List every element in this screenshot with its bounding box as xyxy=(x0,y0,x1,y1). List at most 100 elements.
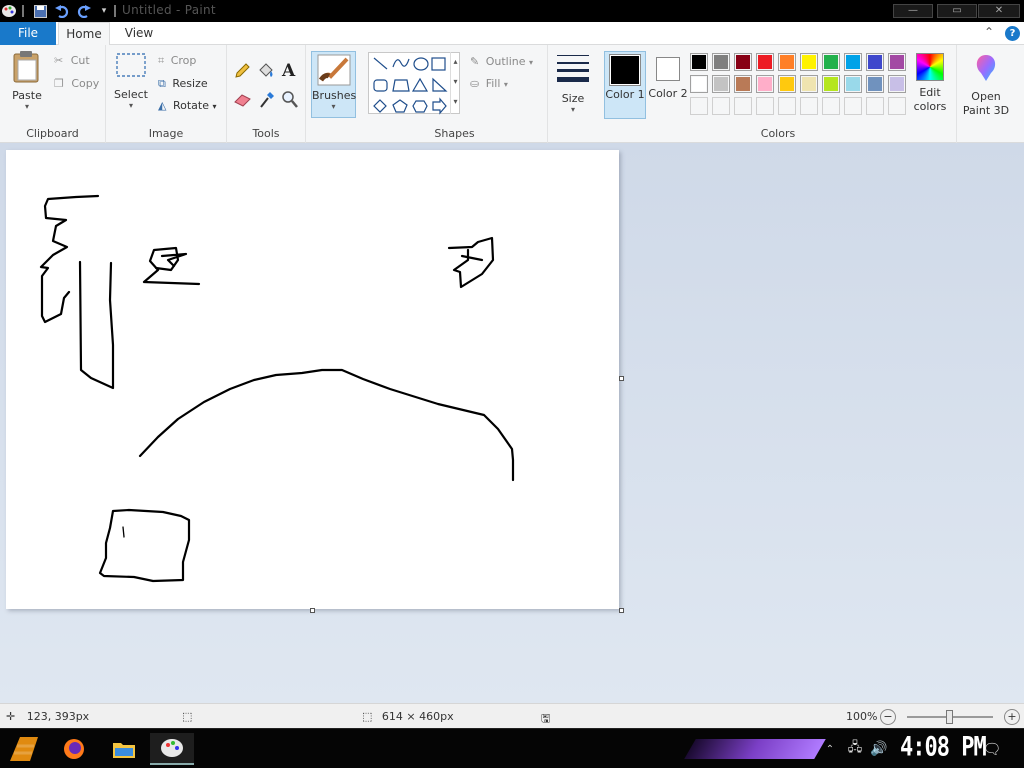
fill-button[interactable]: ⛀ Fill ▾ xyxy=(470,77,508,90)
select-button[interactable]: Select ▾ xyxy=(112,53,150,119)
palette-swatch[interactable] xyxy=(690,75,708,93)
paint-taskbar-icon[interactable] xyxy=(150,733,194,765)
customize-quick-access-icon[interactable]: ▾ xyxy=(98,3,110,19)
network-icon[interactable]: 🖧 xyxy=(845,733,865,765)
volume-icon[interactable]: 🔊 xyxy=(868,733,890,765)
color-picker-icon[interactable] xyxy=(259,91,275,112)
cut-button[interactable]: ✂ Cut xyxy=(54,54,90,67)
palette-swatch[interactable] xyxy=(844,75,862,93)
palette-swatch[interactable] xyxy=(712,53,730,71)
palette-swatch[interactable] xyxy=(844,53,862,71)
custom-color-slot[interactable] xyxy=(712,97,730,115)
taskbar-clock[interactable]: 4:08 PM xyxy=(900,733,987,763)
palette-swatch[interactable] xyxy=(756,53,774,71)
line-size-icon xyxy=(557,55,589,82)
custom-color-slot[interactable] xyxy=(800,97,818,115)
tab-file[interactable]: File xyxy=(0,22,56,45)
undo-icon[interactable] xyxy=(54,3,70,19)
file-size-icon: 🖫 xyxy=(541,712,551,725)
stroke-mouth-arc xyxy=(138,368,515,482)
zoom-out-button[interactable]: − xyxy=(880,709,896,725)
canvas-size-text: 614 × 460px xyxy=(381,710,454,723)
palette-swatch[interactable] xyxy=(734,53,752,71)
redo-icon[interactable] xyxy=(76,3,92,19)
ribbon-tab-row: File Home View ⌃ ? xyxy=(0,22,1024,46)
zoom-in-button[interactable]: + xyxy=(1004,709,1020,725)
paint-app-icon[interactable] xyxy=(0,3,18,19)
show-hidden-icons-icon[interactable]: ⌃ xyxy=(822,733,838,765)
workspace xyxy=(0,143,1024,703)
start-logo-icon xyxy=(10,737,38,761)
palette-swatch[interactable] xyxy=(756,75,774,93)
resize-button[interactable]: ⧉ Resize xyxy=(158,77,208,91)
custom-color-slot[interactable] xyxy=(866,97,884,115)
custom-color-slot[interactable] xyxy=(888,97,906,115)
fill-label: Fill xyxy=(485,77,501,90)
color1-label: Color 1 xyxy=(605,88,645,101)
help-icon[interactable]: ? xyxy=(1005,26,1020,41)
shapes-gallery[interactable] xyxy=(368,52,460,115)
size-button[interactable]: Size ▾ xyxy=(552,53,594,119)
collapse-ribbon-icon[interactable]: ⌃ xyxy=(984,25,994,39)
palette-swatch[interactable] xyxy=(800,53,818,71)
pencil-icon[interactable] xyxy=(234,63,250,82)
custom-color-slot[interactable] xyxy=(690,97,708,115)
magnifier-icon[interactable] xyxy=(282,91,298,112)
tools-group-label: Tools xyxy=(252,127,280,140)
palette-swatch[interactable] xyxy=(734,75,752,93)
custom-color-slot[interactable] xyxy=(844,97,862,115)
palette-swatch[interactable] xyxy=(800,75,818,93)
shapes-scroll[interactable]: ▴ ▾ ▾ xyxy=(450,52,460,114)
text-tool-icon[interactable]: A xyxy=(282,61,295,81)
brushes-label: Brushes xyxy=(312,89,357,102)
zoom-slider-thumb[interactable] xyxy=(946,710,953,724)
palette-swatch[interactable] xyxy=(690,53,708,71)
palette-swatch[interactable] xyxy=(778,53,796,71)
eraser-icon[interactable] xyxy=(234,93,252,110)
paste-button[interactable]: Paste ▾ xyxy=(6,50,48,120)
select-label: Select xyxy=(114,88,148,101)
fill-bucket-icon[interactable] xyxy=(257,63,275,82)
brushes-button[interactable]: Brushes ▾ xyxy=(311,51,356,118)
copy-button[interactable]: ❐ Copy xyxy=(54,77,99,90)
custom-color-slot[interactable] xyxy=(778,97,796,115)
palette-swatch[interactable] xyxy=(888,75,906,93)
color1-button[interactable]: Color 1 xyxy=(604,51,646,119)
maximize-button[interactable]: ▭ xyxy=(937,4,977,18)
start-button[interactable] xyxy=(4,733,44,765)
resize-handle-bottom[interactable] xyxy=(310,608,315,613)
resize-handle-right[interactable] xyxy=(619,376,624,381)
palette-swatch[interactable] xyxy=(712,75,730,93)
notifications-icon[interactable]: 🗨 xyxy=(980,733,1004,765)
crop-button[interactable]: ⌗ Crop xyxy=(158,54,196,68)
title-separator-2 xyxy=(114,5,116,17)
rotate-icon: ◭ xyxy=(158,99,167,112)
custom-color-slot[interactable] xyxy=(734,97,752,115)
taskbar-decoration xyxy=(684,739,826,759)
edit-colors-button[interactable]: Edit colors xyxy=(908,53,952,119)
minimize-button[interactable]: — xyxy=(893,4,933,18)
palette-swatch[interactable] xyxy=(822,53,840,71)
custom-color-slot[interactable] xyxy=(822,97,840,115)
palette-swatch[interactable] xyxy=(866,75,884,93)
rotate-button[interactable]: ◭ Rotate ▾ xyxy=(158,99,217,112)
tab-view[interactable]: View xyxy=(114,22,164,45)
color1-swatch xyxy=(611,56,639,84)
close-button[interactable]: ✕ xyxy=(978,4,1020,18)
drawing-canvas[interactable] xyxy=(6,150,619,609)
open-paint3d-button[interactable]: Open Paint 3D xyxy=(960,53,1012,119)
color2-button[interactable]: Color 2 xyxy=(648,51,688,119)
firefox-taskbar-icon[interactable] xyxy=(58,733,90,765)
outline-button[interactable]: ✎ Outline ▾ xyxy=(470,55,533,68)
file-explorer-taskbar-icon[interactable] xyxy=(108,733,140,765)
palette-swatch[interactable] xyxy=(866,53,884,71)
resize-icon: ⧉ xyxy=(158,77,166,90)
palette-swatch[interactable] xyxy=(888,53,906,71)
save-icon[interactable] xyxy=(32,3,48,19)
shapes-group-label: Shapes xyxy=(434,127,475,140)
tab-home[interactable]: Home xyxy=(58,22,110,46)
palette-swatch[interactable] xyxy=(822,75,840,93)
resize-handle-corner[interactable] xyxy=(619,608,624,613)
custom-color-slot[interactable] xyxy=(756,97,774,115)
palette-swatch[interactable] xyxy=(778,75,796,93)
